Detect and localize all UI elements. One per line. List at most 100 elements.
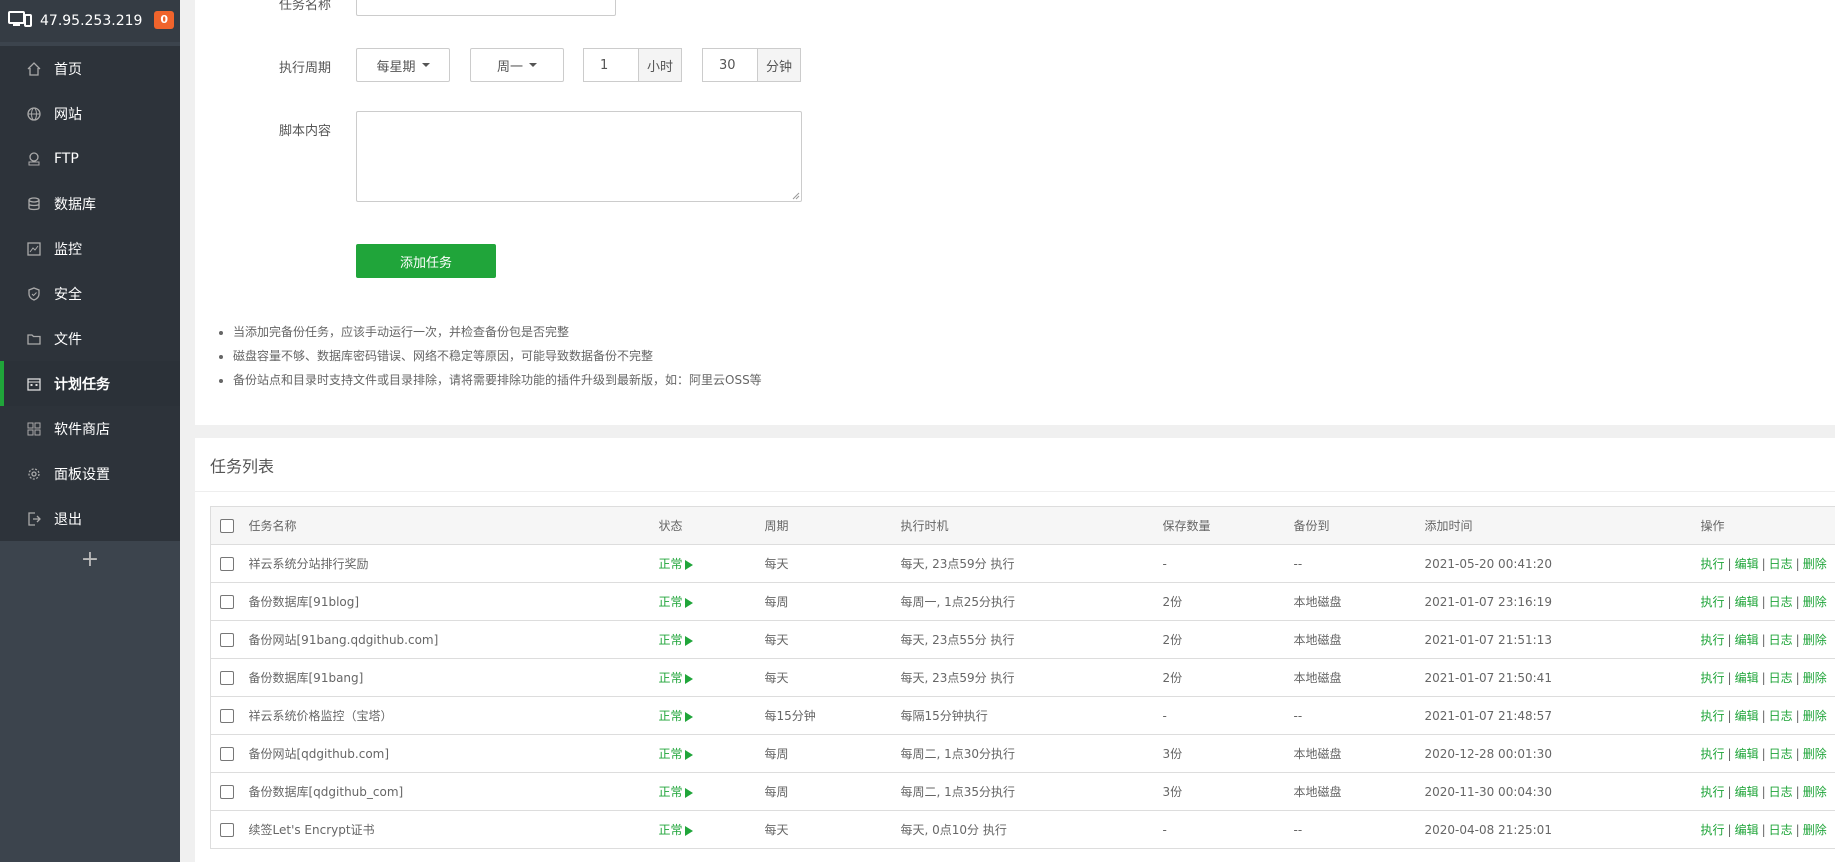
separator: |: [1795, 671, 1800, 685]
log-link[interactable]: 日志: [1769, 671, 1793, 685]
sidebar-item-7[interactable]: 计划任务: [0, 361, 180, 406]
minute-input[interactable]: 30: [702, 48, 757, 82]
sidebar-item-1[interactable]: 网站: [0, 91, 180, 136]
edit-link[interactable]: 编辑: [1735, 557, 1759, 571]
run-link[interactable]: 执行: [1701, 671, 1725, 685]
edit-link[interactable]: 编辑: [1735, 747, 1759, 761]
separator: |: [1795, 709, 1800, 723]
actions-cell: 执行 | 编辑 | 日志 | 删除: [1700, 544, 1835, 583]
add-menu-button[interactable]: +: [0, 547, 180, 572]
status-cell[interactable]: 正常: [658, 544, 765, 583]
weekday-select[interactable]: 周一: [470, 48, 564, 82]
sidebar-item-label: 首页: [54, 61, 82, 78]
status-cell[interactable]: 正常: [658, 734, 765, 773]
col-header: 备份到: [1293, 506, 1425, 545]
edit-link[interactable]: 编辑: [1735, 595, 1759, 609]
delete-link[interactable]: 删除: [1803, 709, 1827, 723]
delete-link[interactable]: 删除: [1803, 747, 1827, 761]
select-all-checkbox[interactable]: [220, 518, 234, 533]
task-form-panel: 任务名称 执行周期 每星期 周一 1 小时 30 分钟 脚本内容 添加任务 当添…: [195, 0, 1835, 425]
row-checkbox[interactable]: [220, 670, 234, 685]
run-link[interactable]: 执行: [1701, 633, 1725, 647]
edit-link[interactable]: 编辑: [1735, 633, 1759, 647]
period-type-select[interactable]: 每星期: [356, 48, 450, 82]
log-link[interactable]: 日志: [1769, 633, 1793, 647]
script-label: 脚本内容: [279, 124, 332, 139]
sidebar-item-0[interactable]: 首页: [0, 46, 180, 91]
status-cell[interactable]: 正常: [658, 810, 765, 849]
task-name-input[interactable]: [356, 0, 616, 16]
sidebar-item-6[interactable]: 文件: [0, 316, 180, 361]
globe-icon: [26, 106, 42, 122]
delete-link[interactable]: 删除: [1803, 785, 1827, 799]
log-link[interactable]: 日志: [1769, 557, 1793, 571]
status-cell[interactable]: 正常: [658, 620, 765, 659]
sidebar-item-9[interactable]: 面板设置: [0, 451, 180, 496]
sidebar-item-label: 面板设置: [54, 466, 110, 483]
task-list-title: 任务列表: [195, 438, 1835, 492]
run-link[interactable]: 执行: [1701, 709, 1725, 723]
edit-link[interactable]: 编辑: [1735, 823, 1759, 837]
run-link[interactable]: 执行: [1701, 747, 1725, 761]
delete-link[interactable]: 删除: [1803, 557, 1827, 571]
sidebar-item-4[interactable]: 监控: [0, 226, 180, 271]
sidebar-item-8[interactable]: 软件商店: [0, 406, 180, 451]
row-checkbox[interactable]: [220, 784, 234, 799]
edit-link[interactable]: 编辑: [1735, 785, 1759, 799]
sidebar-item-3[interactable]: 数据库: [0, 181, 180, 226]
backup-to-cell: 本地磁盘: [1293, 582, 1425, 621]
hour-input[interactable]: 1: [583, 48, 638, 82]
table-row: 祥云系统分站排行奖励 正常 每天 每天, 23点59分 执行 - -- 2021-05-20…: [210, 544, 1835, 583]
keep-count-cell: 2份: [1162, 582, 1294, 621]
notification-badge[interactable]: 0: [154, 11, 174, 29]
run-link[interactable]: 执行: [1701, 595, 1725, 609]
row-checkbox[interactable]: [220, 594, 234, 609]
sidebar-item-10[interactable]: 退出: [0, 496, 180, 541]
play-icon: [684, 597, 693, 608]
status-cell[interactable]: 正常: [658, 582, 765, 621]
delete-link[interactable]: 删除: [1803, 671, 1827, 685]
row-checkbox[interactable]: [220, 632, 234, 647]
status-cell[interactable]: 正常: [658, 772, 765, 811]
delete-link[interactable]: 删除: [1803, 595, 1827, 609]
log-link[interactable]: 日志: [1769, 823, 1793, 837]
row-checkbox[interactable]: [220, 822, 234, 837]
run-link[interactable]: 执行: [1701, 557, 1725, 571]
backup-to-cell: 本地磁盘: [1293, 620, 1425, 659]
log-link[interactable]: 日志: [1769, 709, 1793, 723]
keep-count-cell: 2份: [1162, 658, 1294, 697]
script-textarea[interactable]: [356, 111, 802, 202]
status-cell[interactable]: 正常: [658, 658, 765, 697]
sidebar-item-2[interactable]: FTP: [0, 136, 180, 181]
log-link[interactable]: 日志: [1769, 595, 1793, 609]
status-cell[interactable]: 正常: [658, 696, 765, 735]
added-time-cell: 2020-04-08 21:25:01: [1424, 810, 1701, 849]
server-header: 47.95.253.219 0: [0, 0, 180, 42]
delete-link[interactable]: 删除: [1803, 633, 1827, 647]
minute-unit: 分钟: [757, 48, 801, 82]
edit-link[interactable]: 编辑: [1735, 709, 1759, 723]
add-task-button[interactable]: 添加任务: [356, 244, 496, 278]
row-checkbox[interactable]: [220, 708, 234, 723]
task-name: 祥云系统分站排行奖励: [248, 544, 659, 583]
keep-count-cell: -: [1162, 696, 1294, 735]
sidebar-item-label: 计划任务: [54, 376, 110, 393]
edit-link[interactable]: 编辑: [1735, 671, 1759, 685]
log-link[interactable]: 日志: [1769, 747, 1793, 761]
resize-handle-icon[interactable]: [792, 192, 800, 200]
sidebar-item-5[interactable]: 安全: [0, 271, 180, 316]
sidebar-item-label: 安全: [54, 286, 82, 303]
row-checkbox[interactable]: [220, 556, 234, 571]
separator: |: [1761, 747, 1766, 761]
row-checkbox[interactable]: [220, 746, 234, 761]
run-link[interactable]: 执行: [1701, 785, 1725, 799]
ftp-icon: [26, 151, 42, 167]
period-cell: 每天: [764, 620, 901, 659]
delete-link[interactable]: 删除: [1803, 823, 1827, 837]
sidebar-item-label: 文件: [54, 331, 82, 348]
table-row: 续签Let's Encrypt证书 正常 每天 每天, 0点10分 执行 - -- 2020…: [210, 810, 1835, 849]
log-link[interactable]: 日志: [1769, 785, 1793, 799]
backup-to-cell: 本地磁盘: [1293, 734, 1425, 773]
separator: |: [1727, 671, 1732, 685]
run-link[interactable]: 执行: [1701, 823, 1725, 837]
